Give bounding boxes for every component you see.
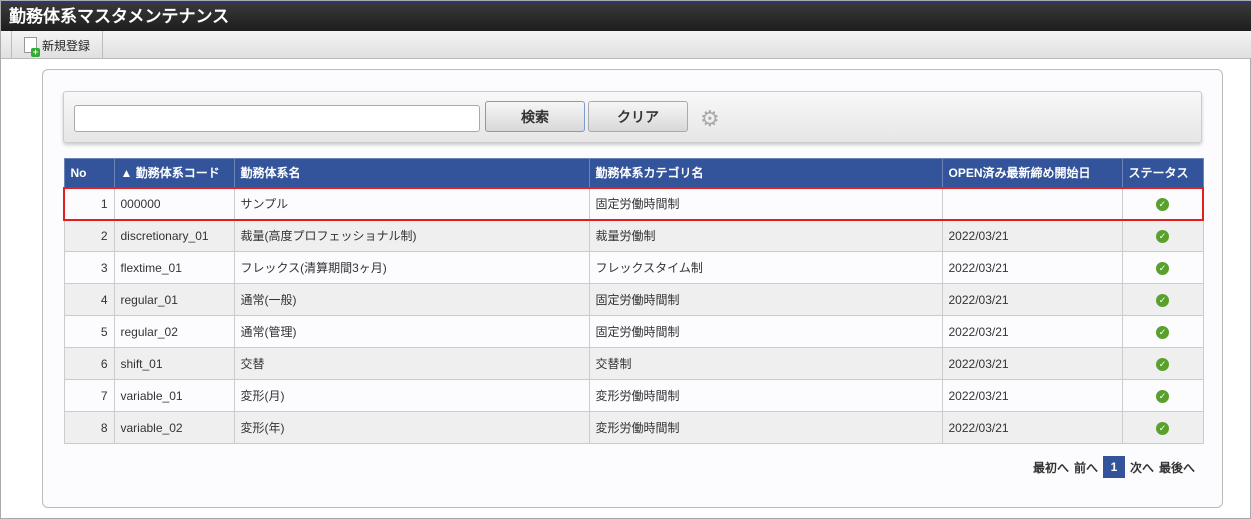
cell-no: 2 bbox=[63, 219, 115, 252]
pager-current-page[interactable]: 1 bbox=[1102, 456, 1125, 478]
cell-category: 固定労働時間制 bbox=[588, 315, 943, 348]
cell-status: ✓ bbox=[1121, 251, 1204, 284]
check-circle-icon: ✓ bbox=[1155, 198, 1169, 211]
cell-code[interactable]: variable_01 bbox=[113, 379, 235, 412]
cell-date: 2022/03/21 bbox=[941, 347, 1123, 380]
column-header: 勤務体系カテゴリ名 bbox=[588, 158, 943, 188]
cell-status: ✓ bbox=[1121, 186, 1204, 221]
cell-status: ✓ bbox=[1121, 219, 1204, 252]
gear-icon[interactable]: ⚙ bbox=[700, 108, 720, 130]
check-circle-icon: ✓ bbox=[1156, 390, 1169, 403]
cell-status: ✓ bbox=[1121, 411, 1204, 444]
column-header[interactable]: ▲ 勤務体系コード bbox=[113, 158, 235, 188]
cell-category: フレックスタイム制 bbox=[588, 251, 943, 284]
cell-date: 2022/03/21 bbox=[941, 315, 1123, 348]
table-row[interactable]: 2 discretionary_01 裁量(高度プロフェッショナル制) 裁量労働制 20… bbox=[63, 219, 1204, 252]
column-header: ステータス bbox=[1121, 158, 1204, 188]
cell-code[interactable]: flextime_01 bbox=[113, 251, 235, 284]
cell-status: ✓ bbox=[1121, 283, 1204, 316]
table-row[interactable]: 8 variable_02 変形(年) 変形労働時間制 2022/03/21 ✓ bbox=[63, 411, 1204, 444]
cell-code[interactable]: regular_01 bbox=[113, 283, 235, 316]
cell-no: 1 bbox=[63, 186, 115, 221]
table-row[interactable]: 7 variable_01 変形(月) 変形労働時間制 2022/03/21 ✓ bbox=[63, 379, 1204, 412]
cell-name: フレックス(清算期間3ヶ月) bbox=[233, 251, 590, 284]
cell-status: ✓ bbox=[1121, 315, 1204, 348]
search-bar: 検索 クリア ⚙ bbox=[63, 91, 1202, 143]
check-circle-icon: ✓ bbox=[1156, 294, 1169, 307]
table-row[interactable]: 1 000000 サンプル 固定労働時間制 ✓ bbox=[63, 186, 1204, 221]
cell-name: 交替 bbox=[233, 347, 590, 380]
cell-no: 6 bbox=[63, 347, 115, 380]
cell-name: 通常(一般) bbox=[233, 283, 590, 316]
cell-name: 変形(年) bbox=[233, 411, 590, 444]
check-circle-icon: ✓ bbox=[1156, 358, 1169, 371]
cell-category: 交替制 bbox=[588, 347, 943, 380]
table-row[interactable]: 4 regular_01 通常(一般) 固定労働時間制 2022/03/21 ✓ bbox=[63, 283, 1204, 316]
cell-date: 2022/03/21 bbox=[941, 251, 1123, 284]
cell-name: サンプル bbox=[233, 186, 590, 221]
work-system-table: No ▲ 勤務体系コード 勤務体系名 勤務体系カテゴリ名 OPEN済み最新締め開始日 ステ… bbox=[63, 158, 1204, 444]
new-register-label: 新規登録 bbox=[42, 38, 91, 53]
table-row[interactable]: 6 shift_01 交替 交替制 2022/03/21 ✓ bbox=[63, 347, 1204, 380]
cell-date: 2022/03/21 bbox=[941, 411, 1123, 444]
cell-status: ✓ bbox=[1121, 347, 1204, 380]
table-row[interactable]: 3 flextime_01 フレックス(清算期間3ヶ月) フレックスタイム制 2022/… bbox=[63, 251, 1204, 284]
cell-category: 裁量労働制 bbox=[588, 219, 943, 252]
cell-no: 3 bbox=[63, 251, 115, 284]
clear-button[interactable]: クリア bbox=[588, 101, 688, 132]
cell-no: 7 bbox=[63, 379, 115, 412]
column-header: 勤務体系名 bbox=[233, 158, 590, 188]
check-circle-icon: ✓ bbox=[1156, 230, 1169, 244]
cell-category: 変形労働時間制 bbox=[588, 411, 943, 444]
cell-no: 5 bbox=[63, 315, 115, 348]
pager-prev[interactable]: 前へ bbox=[1074, 459, 1098, 476]
cell-no: 4 bbox=[63, 283, 115, 316]
cell-date: 2022/03/21 bbox=[941, 219, 1123, 252]
cell-date: 2022/03/21 bbox=[941, 379, 1123, 412]
cell-code[interactable]: shift_01 bbox=[113, 347, 235, 380]
search-input[interactable] bbox=[74, 105, 480, 132]
cell-category: 固定労働時間制 bbox=[588, 186, 943, 221]
cell-name: 通常(管理) bbox=[233, 315, 590, 348]
pager-last[interactable]: 最後へ bbox=[1159, 459, 1195, 476]
check-circle-icon: ✓ bbox=[1156, 262, 1169, 275]
pagination: 最初へ 前へ 1 次へ 最後へ bbox=[1033, 456, 1195, 478]
table-row[interactable]: 5 regular_02 通常(管理) 固定労働時間制 2022/03/21 ✓ bbox=[63, 315, 1204, 348]
new-register-button[interactable]: 新規登録 bbox=[11, 31, 103, 59]
page-title: 勤務体系マスタメンテナンス bbox=[1, 1, 1251, 31]
column-header: OPEN済み最新締め開始日 bbox=[941, 158, 1123, 188]
cell-no: 8 bbox=[63, 411, 115, 444]
new-document-icon bbox=[24, 37, 40, 57]
pager-first[interactable]: 最初へ bbox=[1033, 459, 1069, 476]
pager-next[interactable]: 次へ bbox=[1130, 459, 1154, 476]
check-circle-icon: ✓ bbox=[1156, 422, 1169, 435]
cell-name: 裁量(高度プロフェッショナル制) bbox=[233, 219, 590, 252]
cell-category: 固定労働時間制 bbox=[588, 283, 943, 316]
cell-name: 変形(月) bbox=[233, 379, 590, 412]
cell-code[interactable]: 000000 bbox=[113, 186, 235, 221]
cell-code[interactable]: discretionary_01 bbox=[113, 219, 235, 252]
toolbar: 新規登録 bbox=[1, 31, 1251, 59]
cell-code[interactable]: regular_02 bbox=[113, 315, 235, 348]
check-circle-icon: ✓ bbox=[1156, 326, 1169, 339]
cell-category: 変形労働時間制 bbox=[588, 379, 943, 412]
search-button[interactable]: 検索 bbox=[485, 101, 585, 132]
cell-date: 2022/03/21 bbox=[941, 283, 1123, 316]
cell-status: ✓ bbox=[1121, 379, 1204, 412]
cell-date bbox=[941, 186, 1123, 221]
column-header: No bbox=[63, 158, 115, 188]
cell-code[interactable]: variable_02 bbox=[113, 411, 235, 444]
